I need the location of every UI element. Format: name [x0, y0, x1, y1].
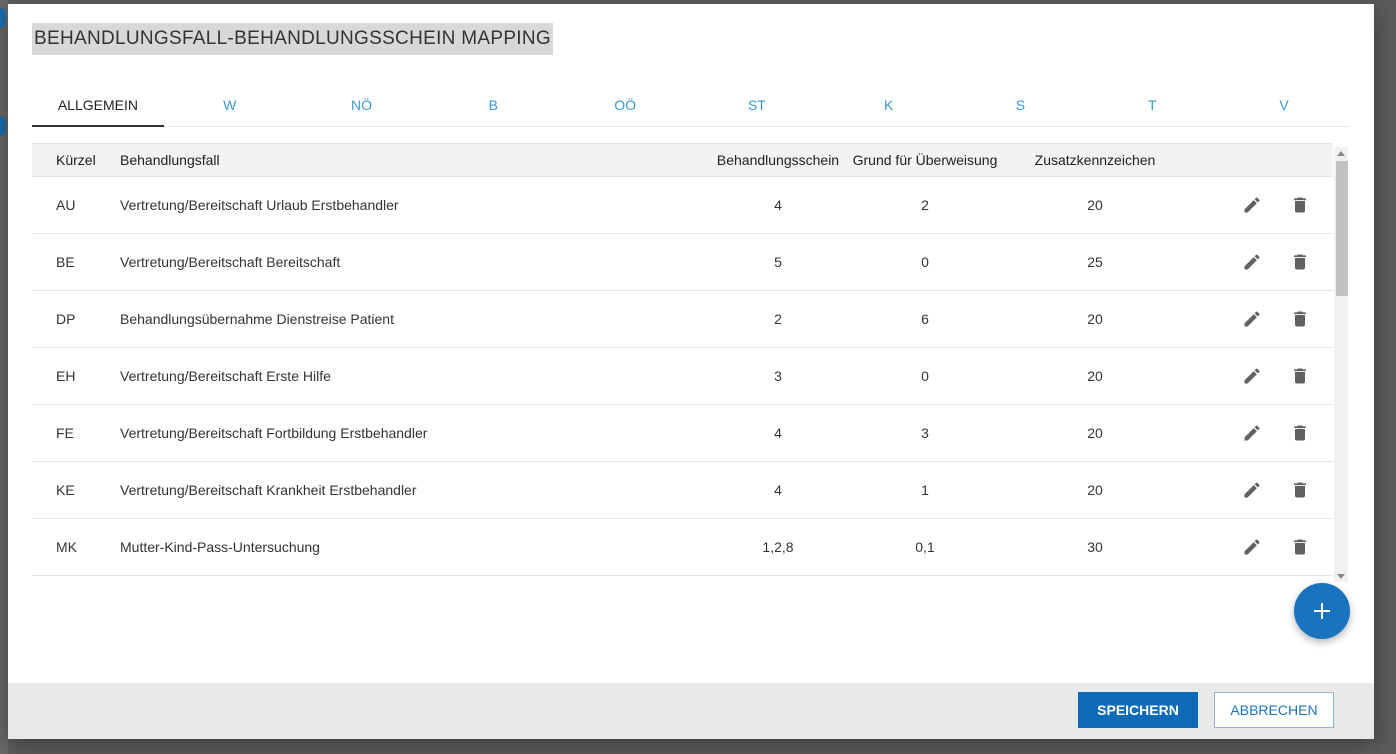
cell-behandlungsfall: Behandlungsübernahme Dienstreise Patient	[120, 311, 394, 327]
cell-grund: 0	[921, 368, 929, 384]
delete-trash-icon[interactable]	[1289, 536, 1311, 558]
cell-behandlungsfall: Vertretung/Bereitschaft Fortbildung Erst…	[120, 425, 428, 441]
table-row[interactable]: BE Vertretung/Bereitschaft Bereitschaft 5 0…	[32, 234, 1333, 291]
edit-pencil-icon[interactable]	[1241, 308, 1263, 330]
backdrop-marker	[0, 8, 6, 28]
row-actions	[1180, 422, 1333, 444]
header-zusatz: Zusatzkennzeichen	[1034, 152, 1156, 168]
cell-zusatz: 20	[1087, 197, 1103, 213]
dialog-footer: SPEICHERN ABBRECHEN	[8, 683, 1374, 739]
edit-pencil-icon[interactable]	[1241, 422, 1263, 444]
tab-s[interactable]: S	[955, 84, 1087, 126]
tab-noe[interactable]: NÖ	[296, 84, 428, 126]
delete-trash-icon[interactable]	[1289, 251, 1311, 273]
delete-trash-icon[interactable]	[1289, 422, 1311, 444]
tab-w[interactable]: W	[164, 84, 296, 126]
backdrop-left	[0, 0, 8, 754]
cell-grund: 2	[921, 197, 929, 213]
cell-behandlungsschein: 3	[774, 368, 782, 384]
cell-kuerzel: KE	[56, 482, 75, 498]
edit-pencil-icon[interactable]	[1241, 365, 1263, 387]
cell-behandlungsfall: Vertretung/Bereitschaft Bereitschaft	[120, 254, 341, 270]
edit-pencil-icon[interactable]	[1241, 536, 1263, 558]
table-scrollbar[interactable]	[1334, 147, 1348, 582]
cell-kuerzel: DP	[56, 311, 76, 327]
delete-trash-icon[interactable]	[1289, 479, 1311, 501]
tab-st[interactable]: ST	[691, 84, 823, 126]
row-actions	[1180, 194, 1333, 216]
cell-behandlungsschein: 4	[774, 197, 782, 213]
cell-behandlungsfall: Mutter-Kind-Pass-Untersuchung	[120, 539, 320, 555]
scroll-up-arrow-icon[interactable]	[1337, 151, 1345, 156]
cell-kuerzel: BE	[56, 254, 75, 270]
header-kuerzel: Kürzel	[56, 152, 96, 168]
cell-grund: 1	[921, 482, 929, 498]
mapping-table: Kürzel Behandlungsfall Behandlungsschein…	[32, 143, 1350, 576]
delete-trash-icon[interactable]	[1289, 365, 1311, 387]
delete-trash-icon[interactable]	[1289, 194, 1311, 216]
cell-grund: 6	[921, 311, 929, 327]
delete-trash-icon[interactable]	[1289, 308, 1311, 330]
cell-kuerzel: EH	[56, 368, 76, 384]
row-actions	[1180, 308, 1333, 330]
tab-b[interactable]: B	[427, 84, 559, 126]
cell-behandlungsfall: Vertretung/Bereitschaft Krankheit Erstbe…	[120, 482, 417, 498]
cell-grund: 3	[921, 425, 929, 441]
backdrop-marker	[0, 116, 6, 136]
save-button[interactable]: SPEICHERN	[1078, 692, 1198, 728]
header-grund: Grund für Überweisung	[852, 152, 998, 168]
region-tabs: ALLGEMEIN W NÖ B OÖ ST K S T V	[32, 84, 1350, 127]
edit-pencil-icon[interactable]	[1241, 479, 1263, 501]
cell-zusatz: 20	[1087, 368, 1103, 384]
table-row[interactable]: DP Behandlungsübernahme Dienstreise Patie…	[32, 291, 1333, 348]
cancel-button[interactable]: ABBRECHEN	[1214, 692, 1334, 728]
table-header: Kürzel Behandlungsfall Behandlungsschein…	[32, 143, 1333, 177]
cell-behandlungsschein: 2	[774, 311, 782, 327]
mapping-dialog: BEHANDLUNGSFALL-BEHANDLUNGSSCHEIN MAPPIN…	[8, 4, 1374, 739]
table-row[interactable]: FE Vertretung/Bereitschaft Fortbildung Er…	[32, 405, 1333, 462]
tab-v[interactable]: V	[1218, 84, 1350, 126]
cell-grund: 0,1	[915, 539, 935, 555]
row-actions	[1180, 365, 1333, 387]
add-mapping-button[interactable]	[1294, 583, 1350, 639]
cell-zusatz: 25	[1087, 254, 1103, 270]
cell-zusatz: 20	[1087, 482, 1103, 498]
cell-behandlungsfall: Vertretung/Bereitschaft Erste Hilfe	[120, 368, 331, 384]
cell-zusatz: 20	[1087, 311, 1103, 327]
cell-kuerzel: FE	[56, 425, 74, 441]
scroll-thumb[interactable]	[1336, 161, 1348, 296]
header-behandlungsschein: Behandlungsschein	[716, 152, 840, 168]
table-row[interactable]: AU Vertretung/Bereitschaft Urlaub Erstbeh…	[32, 177, 1333, 234]
dialog-title: BEHANDLUNGSFALL-BEHANDLUNGSSCHEIN MAPPIN…	[32, 23, 553, 55]
tab-ooe[interactable]: OÖ	[559, 84, 691, 126]
table-body: AU Vertretung/Bereitschaft Urlaub Erstbeh…	[32, 177, 1350, 576]
plus-icon	[1314, 603, 1330, 619]
cell-kuerzel: MK	[56, 539, 77, 555]
tab-t[interactable]: T	[1086, 84, 1218, 126]
cell-behandlungsschein: 4	[774, 425, 782, 441]
cell-behandlungsfall: Vertretung/Bereitschaft Urlaub Erstbehan…	[120, 197, 399, 213]
edit-pencil-icon[interactable]	[1241, 194, 1263, 216]
table-row[interactable]: MK Mutter-Kind-Pass-Untersuchung 1,2,8 0,1 3…	[32, 519, 1333, 576]
cell-grund: 0	[921, 254, 929, 270]
edit-pencil-icon[interactable]	[1241, 251, 1263, 273]
cell-behandlungsschein: 4	[774, 482, 782, 498]
scroll-down-arrow-icon[interactable]	[1337, 574, 1345, 579]
header-behandlungsfall: Behandlungsfall	[120, 152, 220, 168]
tab-allgemein[interactable]: ALLGEMEIN	[32, 84, 164, 127]
cell-zusatz: 20	[1087, 425, 1103, 441]
cell-kuerzel: AU	[56, 197, 76, 213]
row-actions	[1180, 479, 1333, 501]
cell-behandlungsschein: 5	[774, 254, 782, 270]
tab-k[interactable]: K	[823, 84, 955, 126]
table-row[interactable]: EH Vertretung/Bereitschaft Erste Hilfe 3 0 2…	[32, 348, 1333, 405]
cell-behandlungsschein: 1,2,8	[762, 539, 794, 555]
row-actions	[1180, 536, 1333, 558]
row-actions	[1180, 251, 1333, 273]
backdrop-right	[1374, 0, 1396, 754]
cell-zusatz: 30	[1087, 539, 1103, 555]
table-row[interactable]: KE Vertretung/Bereitschaft Krankheit Erst…	[32, 462, 1333, 519]
